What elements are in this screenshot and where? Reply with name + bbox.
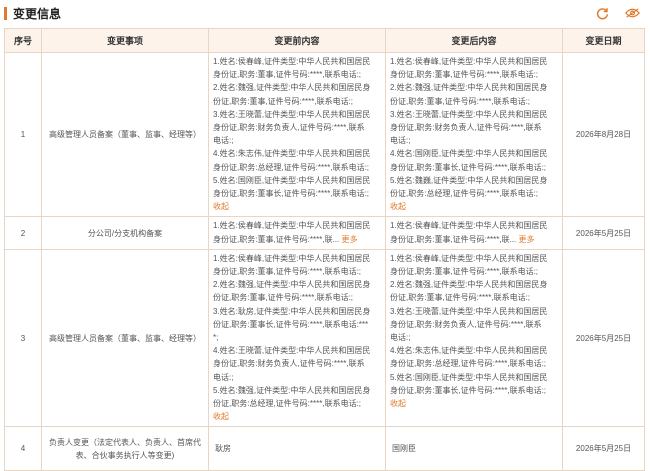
content-line: 5.姓名:国刚臣,证件类型:中华人民共和国居民 (390, 372, 548, 382)
content-line: 身份证,职务:董事,证件号码:****,联系电话:; (213, 267, 362, 277)
change-item-line: 表、合伙事务执行人等变更) (75, 450, 175, 460)
row-index: 2 (4, 216, 42, 250)
row-before-content: 耿房 (208, 426, 386, 471)
row-after-content: 1.姓名:侯春峰,证件类型:中华人民共和国居民 身份证,职务:董事,证件号码:*… (385, 51, 563, 218)
content-line: 1.姓名:侯春峰,证件类型:中华人民共和国居民 (213, 221, 371, 231)
content-line: 2.姓名:魏强,证件类型:中华人民共和国居民身 (213, 83, 371, 93)
table-row: 1 高级管理人员备案（董事、监事、经理等） 1.姓名:侯春峰,证件类型:中华人民… (4, 51, 645, 218)
content-line: 1.姓名:侯春峰,证件类型:中华人民共和国居民 (213, 253, 371, 263)
content-line: 身份证,职务:董事,证件号码:****,联... (390, 234, 517, 244)
content-line: 份证,职务:总经理,证件号码:****,联系电话:; (390, 189, 539, 199)
content-line: 3.姓名:王晓蕾,证件类型:中华人民共和国居民 (213, 109, 371, 119)
content-line: 身份证,职务:董事长,证件号码:****,联系电话:; (390, 162, 547, 172)
row-change-item: 高级管理人员备案（董事、监事、经理等） (41, 248, 209, 428)
change-info-table: 序号 变更事项 变更前内容 变更后内容 变更日期 1 高级管理人员备案（董事、监… (4, 28, 645, 471)
content-line: 电话:; (390, 333, 411, 343)
content-line: 身份证,职务:董事,证件号码:****,联系电话:; (390, 267, 539, 277)
content-line: 1.姓名:侯春峰,证件类型:中华人民共和国居民 (390, 221, 548, 231)
collapse-link[interactable]: 收起 (390, 397, 559, 410)
more-link[interactable]: 更多 (518, 235, 534, 244)
col-header-index: 序号 (4, 28, 42, 53)
content-line: 3.姓名:王晓蕾,证件类型:中华人民共和国居民 (390, 306, 548, 316)
more-link[interactable]: 更多 (341, 235, 357, 244)
content-line: 身份证,职务:董事,证件号码:****,联... (213, 234, 340, 244)
content-line: 2.姓名:魏强,证件类型:中华人民共和国居民身 (213, 280, 371, 290)
content-line: 4.姓名:朱志伟,证件类型:中华人民共和国居民 (390, 346, 548, 356)
content-line: 电话:; (213, 136, 234, 146)
eye-icon[interactable] (624, 5, 640, 21)
content-line: 身份证,职务:总经理,证件号码:****,联系电话:; (390, 359, 547, 369)
content-line: 身份证,职务:总经理,证件号码:****,联系电话:; (213, 162, 370, 172)
content-line: 4.姓名:朱志伟,证件类型:中华人民共和国居民 (213, 149, 371, 159)
content-line: 份证,职务:董事,证件号码:****,联系电话:; (213, 96, 354, 106)
content-line: 份证,职务:董事,证件号码:****,联系电话:; (390, 96, 531, 106)
refresh-icon[interactable] (594, 5, 610, 21)
col-header-after: 变更后内容 (385, 28, 563, 53)
content-line: 5.姓名:魏强,证件类型:中华人民共和国居民身 (213, 385, 371, 395)
content-line: 5.姓名:魏巍,证件类型:中华人民共和国居民身 (390, 175, 548, 185)
row-change-item: 负责人变更（法定代表人、负责人、首席代 表、合伙事务执行人等变更) (41, 426, 209, 471)
table-row: 2 分公司/分支机构备案 1.姓名:侯春峰,证件类型:中华人民共和国居民 身份证… (4, 216, 645, 250)
col-header-before: 变更前内容 (208, 28, 386, 53)
row-index: 4 (4, 426, 42, 471)
content-line: 份证,职务:董事,证件号码:****,联系电话:; (213, 293, 354, 303)
content-line: 身份证,职务:财务负责人,证件号码:****,联系 (213, 359, 365, 369)
content-line: 2.姓名:魏强,证件类型:中华人民共和国居民身 (390, 83, 548, 93)
content-line: 2.姓名:魏强,证件类型:中华人民共和国居民身 (390, 280, 548, 290)
row-after-content: 1.姓名:侯春峰,证件类型:中华人民共和国居民 身份证,职务:董事,证件号码:*… (385, 216, 563, 250)
content-line: 身份证,职务:财务负责人,证件号码:****,联系 (390, 319, 542, 329)
row-date: 2026年8月28日 (562, 51, 645, 218)
section-accent-bar (4, 6, 7, 20)
content-line: 身份证,职务:财务负责人,证件号码:****,联系 (390, 123, 542, 133)
table-row: 3 高级管理人员备案（董事、监事、经理等） 1.姓名:侯春峰,证件类型:中华人民… (4, 248, 645, 428)
content-line: 电话:; (213, 372, 234, 382)
content-line: 份证,职务:董事,证件号码:****,联系电话:; (390, 293, 531, 303)
row-change-item: 高级管理人员备案（董事、监事、经理等） (41, 51, 209, 218)
row-before-content: 1.姓名:侯春峰,证件类型:中华人民共和国居民 身份证,职务:董事,证件号码:*… (208, 248, 386, 428)
content-line: 5.姓名:国刚臣,证件类型:中华人民共和国居民 (213, 175, 371, 185)
col-header-date: 变更日期 (562, 28, 645, 53)
col-header-change-item: 变更事项 (41, 28, 209, 53)
content-line: 4.姓名:国刚臣,证件类型:中华人民共和国居民 (390, 149, 548, 159)
row-date: 2026年5月25日 (562, 248, 645, 428)
content-line: 3.姓名:耿房,证件类型:中华人民共和国居民身 (213, 306, 371, 316)
collapse-link[interactable]: 收起 (213, 200, 382, 213)
content-line: *; (213, 333, 219, 343)
row-before-content: 1.姓名:侯春峰,证件类型:中华人民共和国居民 身份证,职务:董事,证件号码:*… (208, 216, 386, 250)
section-header: 变更信息 (0, 0, 650, 26)
collapse-link[interactable]: 收起 (390, 200, 559, 213)
table-header-row: 序号 变更事项 变更前内容 变更后内容 变更日期 (4, 28, 645, 53)
row-change-item: 分公司/分支机构备案 (41, 216, 209, 250)
content-line: 身份证,职务:董事长,证件号码:****,联系电话:; (213, 189, 370, 199)
content-line: 身份证,职务:董事,证件号码:****,联系电话:; (390, 70, 539, 80)
row-after-content: 1.姓名:侯春峰,证件类型:中华人民共和国居民 身份证,职务:董事,证件号码:*… (385, 248, 563, 428)
content-line: 3.姓名:王晓蕾,证件类型:中华人民共和国居民 (390, 109, 548, 119)
content-line: 1.姓名:侯春峰,证件类型:中华人民共和国居民 (213, 57, 371, 66)
table-row: 4 负责人变更（法定代表人、负责人、首席代 表、合伙事务执行人等变更) 耿房 国… (4, 426, 645, 471)
content-line: 4.姓名:王晓蕾,证件类型:中华人民共和国居民 (213, 346, 371, 356)
collapse-link[interactable]: 收起 (213, 410, 382, 423)
content-line: 份证,职务:总经理,证件号码:****,联系电话:; (213, 399, 362, 409)
content-line: 份证,职务:董事长,证件号码:****,联系电话:*** (213, 319, 369, 329)
content-line: 身份证,职务:财务负责人,证件号码:****,联系 (213, 123, 365, 133)
change-item-line: 负责人变更（法定代表人、负责人、首席代 (49, 437, 201, 447)
row-date: 2026年5月25日 (562, 426, 645, 471)
row-before-content: 1.姓名:侯春峰,证件类型:中华人民共和国居民 身份证,职务:董事,证件号码:*… (208, 51, 386, 218)
content-line: 1.姓名:侯春峰,证件类型:中华人民共和国居民 (390, 253, 548, 263)
row-index: 1 (4, 51, 42, 218)
row-index: 3 (4, 248, 42, 428)
row-after-content: 国刚臣 (385, 426, 563, 471)
content-line: 身份证,职务:董事,证件号码:****,联系电话:; (213, 70, 362, 80)
section-title: 变更信息 (13, 6, 62, 21)
content-line: 1.姓名:侯春峰,证件类型:中华人民共和国居民 (390, 57, 548, 66)
header-tools (594, 5, 640, 21)
content-line: 身份证,职务:董事长,证件号码:****,联系电话:; (390, 385, 547, 395)
row-date: 2026年5月25日 (562, 216, 645, 250)
content-line: 电话:; (390, 136, 411, 146)
